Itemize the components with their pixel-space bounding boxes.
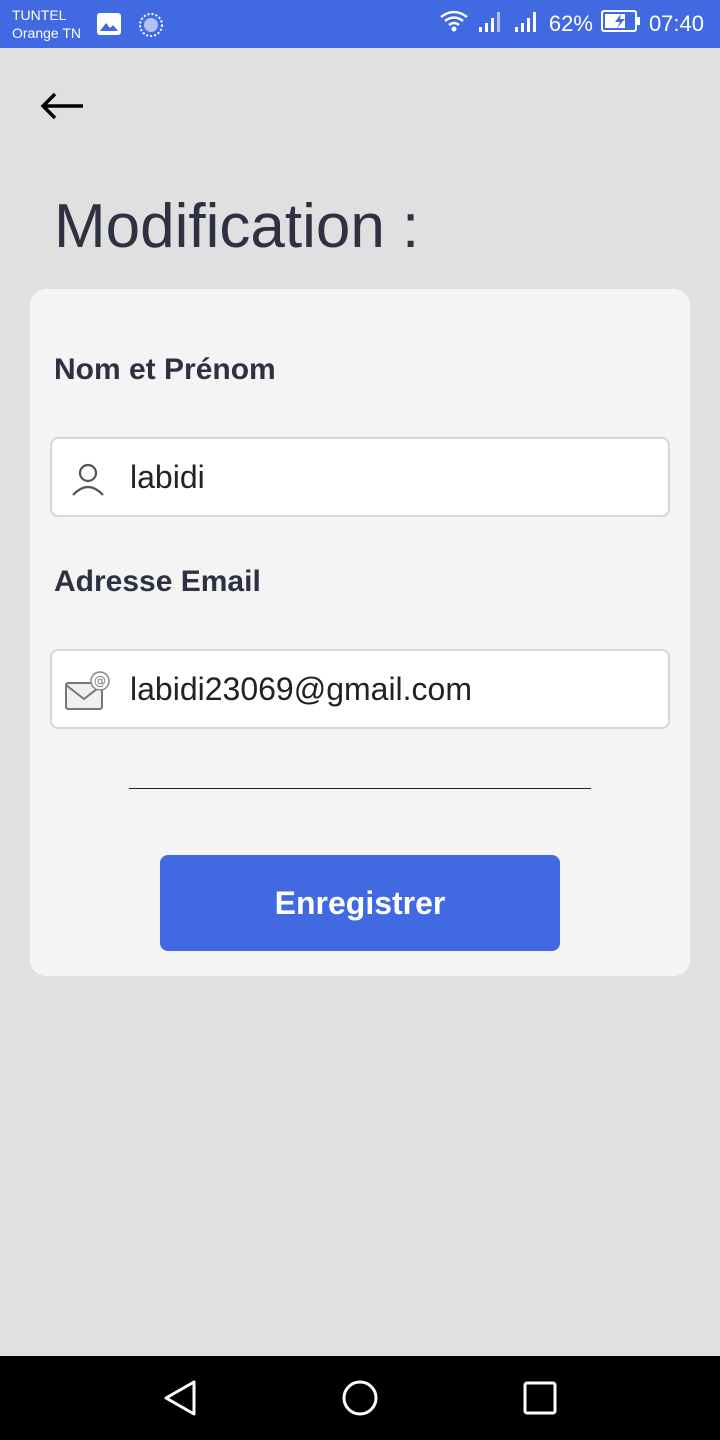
- name-field[interactable]: [50, 437, 670, 517]
- signal-icon: [477, 9, 505, 39]
- email-input[interactable]: [130, 661, 650, 717]
- system-nav-bar: [0, 1356, 720, 1440]
- user-icon: [68, 459, 108, 499]
- gallery-icon: [96, 12, 122, 41]
- divider: [129, 788, 591, 789]
- email-label: Adresse Email: [54, 565, 261, 598]
- arrow-left-icon: [40, 92, 83, 120]
- battery-percent: 62%: [548, 11, 593, 36]
- home-circle-icon[interactable]: [340, 1378, 380, 1418]
- back-button[interactable]: [36, 84, 88, 128]
- carrier-network: Orange TN: [12, 25, 81, 41]
- back-triangle-icon[interactable]: [160, 1378, 200, 1418]
- carrier-info: TUNTEL Orange TN: [12, 6, 81, 42]
- signal-icon: [513, 9, 541, 39]
- email-field[interactable]: @: [50, 649, 670, 729]
- clock: 07:40: [648, 11, 704, 36]
- svg-text:@: @: [94, 674, 106, 688]
- page-title: Modification :: [54, 192, 420, 261]
- status-bar: TUNTEL Orange TN 62% 07:40: [0, 0, 720, 48]
- save-button[interactable]: Enregistrer: [160, 855, 560, 951]
- name-label: Nom et Prénom: [54, 353, 276, 386]
- sync-icon: [138, 12, 164, 43]
- mail-icon: @: [64, 669, 112, 713]
- edit-form-card: Nom et Prénom Adresse Email @ Enregistre…: [30, 289, 690, 976]
- status-right: 62% 07:40: [439, 0, 704, 48]
- carrier-name: TUNTEL: [12, 7, 67, 23]
- recents-square-icon[interactable]: [520, 1378, 560, 1418]
- name-input[interactable]: [130, 449, 650, 505]
- battery-charging-icon: [600, 10, 641, 38]
- wifi-icon: [439, 9, 469, 39]
